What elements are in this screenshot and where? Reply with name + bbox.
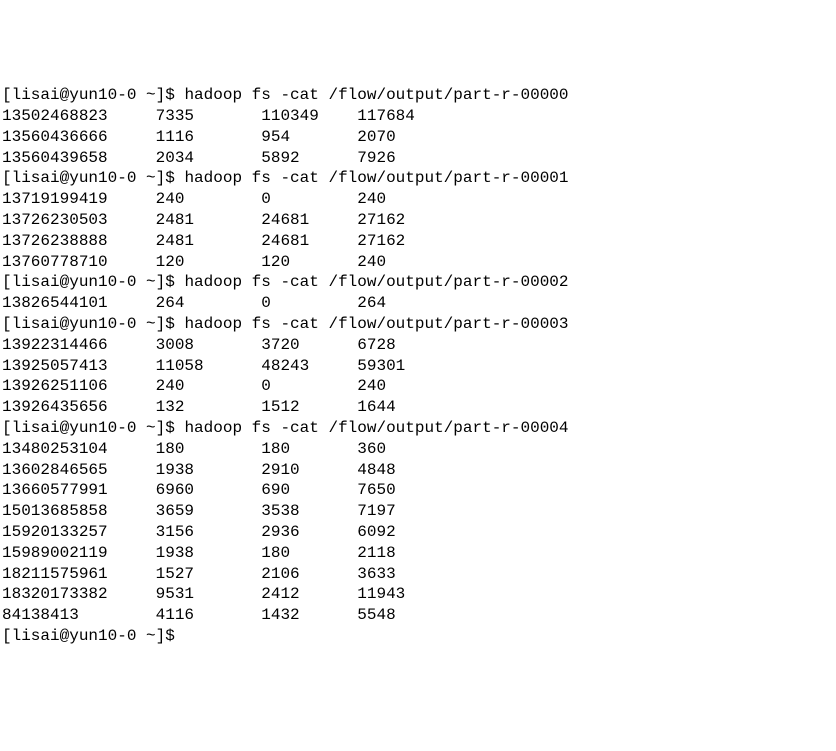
output-row: 13502468823 7335 110349 117684: [2, 106, 834, 127]
command-line: [lisai@yun10-0 ~]$ hadoop fs -cat /flow/…: [2, 272, 834, 293]
shell-prompt: [lisai@yun10-0 ~]$: [2, 315, 184, 333]
command-line: [lisai@yun10-0 ~]$ hadoop fs -cat /flow/…: [2, 418, 834, 439]
output-row: 13719199419 240 0 240: [2, 189, 834, 210]
output-row: 13760778710 120 120 240: [2, 252, 834, 273]
shell-prompt: [lisai@yun10-0 ~]$: [2, 86, 184, 104]
output-row: 13560436666 1116 954 2070: [2, 127, 834, 148]
output-row: 13826544101 264 0 264: [2, 293, 834, 314]
shell-prompt-next[interactable]: [lisai@yun10-0 ~]$: [2, 626, 834, 647]
shell-command: hadoop fs -cat /flow/output/part-r-00000: [184, 86, 568, 104]
shell-prompt: [lisai@yun10-0 ~]$: [2, 273, 184, 291]
output-row: 13726238888 2481 24681 27162: [2, 231, 834, 252]
output-row: 15920133257 3156 2936 6092: [2, 522, 834, 543]
shell-prompt: [lisai@yun10-0 ~]$: [2, 419, 184, 437]
command-line: [lisai@yun10-0 ~]$ hadoop fs -cat /flow/…: [2, 168, 834, 189]
output-row: 13926435656 132 1512 1644: [2, 397, 834, 418]
output-row: 15989002119 1938 180 2118: [2, 543, 834, 564]
output-row: 13480253104 180 180 360: [2, 439, 834, 460]
terminal-output[interactable]: [lisai@yun10-0 ~]$ hadoop fs -cat /flow/…: [2, 85, 834, 647]
output-row: 13726230503 2481 24681 27162: [2, 210, 834, 231]
output-row: 13660577991 6960 690 7650: [2, 480, 834, 501]
output-row: 13560439658 2034 5892 7926: [2, 148, 834, 169]
command-line: [lisai@yun10-0 ~]$ hadoop fs -cat /flow/…: [2, 85, 834, 106]
output-row: 18320173382 9531 2412 11943: [2, 584, 834, 605]
output-row: 13926251106 240 0 240: [2, 376, 834, 397]
shell-prompt: [lisai@yun10-0 ~]$: [2, 169, 184, 187]
command-line: [lisai@yun10-0 ~]$ hadoop fs -cat /flow/…: [2, 314, 834, 335]
output-row: 13922314466 3008 3720 6728: [2, 335, 834, 356]
shell-command: hadoop fs -cat /flow/output/part-r-00001: [184, 169, 568, 187]
shell-command: hadoop fs -cat /flow/output/part-r-00002: [184, 273, 568, 291]
output-row: 15013685858 3659 3538 7197: [2, 501, 834, 522]
output-row: 18211575961 1527 2106 3633: [2, 564, 834, 585]
shell-command: hadoop fs -cat /flow/output/part-r-00003: [184, 315, 568, 333]
shell-command: hadoop fs -cat /flow/output/part-r-00004: [184, 419, 568, 437]
output-row: 84138413 4116 1432 5548: [2, 605, 834, 626]
output-row: 13925057413 11058 48243 59301: [2, 356, 834, 377]
output-row: 13602846565 1938 2910 4848: [2, 460, 834, 481]
